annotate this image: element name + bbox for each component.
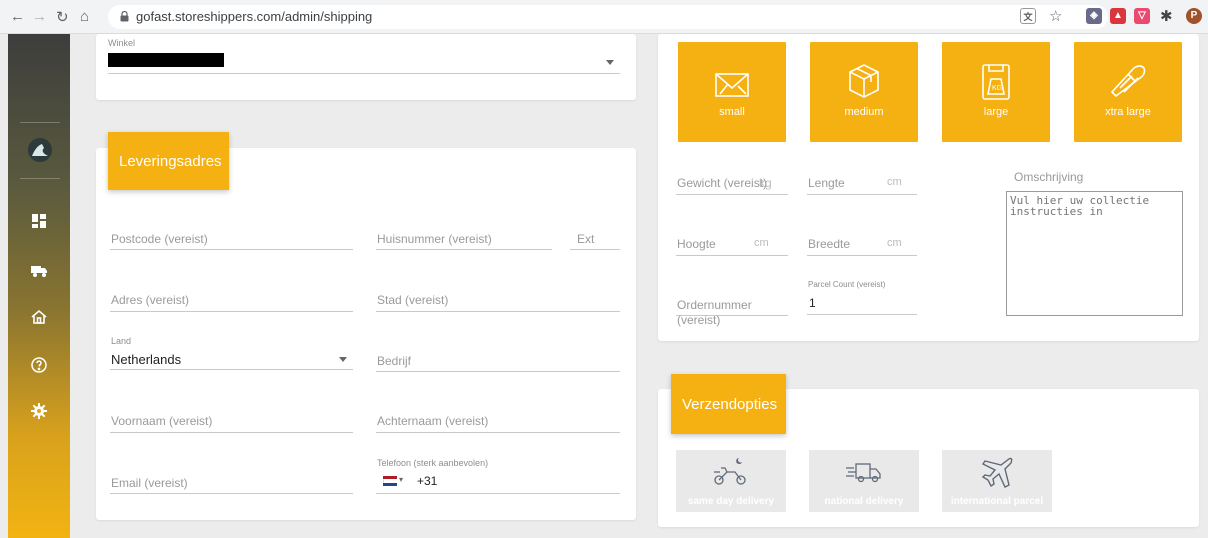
home-icon[interactable]: ⌂ — [80, 8, 89, 25]
leveringsadres-header: Leveringsadres — [108, 132, 229, 190]
verzendopties-header: Verzendopties — [671, 374, 786, 434]
forward-icon[interactable]: → — [32, 8, 47, 25]
store-value-redacted — [108, 53, 224, 67]
size-medium-label: medium — [844, 106, 884, 118]
gewicht-unit: kg — [759, 176, 772, 190]
extensions-puzzle-icon[interactable]: ✱ — [1160, 7, 1173, 25]
xtra-large-package-icon — [1110, 65, 1146, 98]
telefoon-input[interactable] — [376, 470, 620, 494]
small-package-icon — [715, 73, 749, 97]
home-sidebar-icon[interactable] — [30, 308, 48, 326]
back-icon[interactable]: ← — [10, 8, 25, 25]
translate-icon[interactable]: 文 — [1020, 8, 1036, 24]
size-large-button[interactable]: KG large — [942, 42, 1050, 142]
adres-placeholder: Adres (vereist) — [111, 293, 190, 307]
store-label: Winkel — [108, 38, 136, 48]
land-label: Land — [111, 336, 132, 346]
settings-gear-icon[interactable] — [30, 402, 48, 420]
lengte-placeholder: Lengte — [808, 176, 845, 190]
size-large-label: large — [983, 106, 1009, 118]
lengte-unit: cm — [887, 176, 902, 188]
bookmark-star-icon[interactable]: ☆ — [1049, 7, 1062, 25]
same-day-delivery-label: same day delivery — [687, 496, 775, 507]
parcel-count-label: Parcel Count (vereist) — [808, 280, 886, 289]
international-parcel-label: international parcel — [950, 496, 1044, 507]
pdf-extension-icon[interactable]: ▲ — [1110, 8, 1126, 24]
same-day-delivery-option[interactable]: same day delivery — [676, 450, 786, 512]
bike-moon-icon — [714, 458, 746, 485]
reload-icon[interactable]: ↻ — [56, 8, 69, 26]
sidebar-divider — [20, 122, 60, 123]
netherlands-flag-icon[interactable] — [383, 476, 397, 486]
chevron-down-icon — [606, 60, 614, 65]
ordernummer-placeholder-required: (vereist) — [677, 313, 721, 327]
help-icon[interactable] — [30, 356, 48, 374]
svg-text:KG: KG — [992, 85, 1002, 92]
address-bar[interactable]: gofast.storeshippers.com/admin/shipping — [108, 5, 1108, 29]
size-xtra-large-label: xtra large — [1105, 106, 1151, 118]
ordernummer-placeholder: Ordernummer — [677, 298, 752, 312]
dashboard-icon[interactable] — [30, 212, 48, 230]
profile-avatar[interactable]: P — [1186, 8, 1202, 24]
national-delivery-label: national delivery — [824, 496, 904, 507]
hoogte-unit: cm — [754, 237, 769, 249]
shield-extension-icon[interactable]: ◈ — [1086, 8, 1102, 24]
land-value: Netherlands — [111, 352, 182, 367]
size-small-button[interactable]: small — [678, 42, 786, 142]
store-select[interactable] — [108, 50, 620, 74]
browser-toolbar: ← → ↻ ⌂ gofast.storeshippers.com/admin/s… — [0, 0, 1208, 34]
hoogte-placeholder: Hoogte — [677, 237, 716, 251]
telefoon-label: Telefoon (sterk aanbevolen) — [377, 458, 489, 468]
pocket-extension-icon[interactable]: ▽ — [1134, 8, 1150, 24]
international-parcel-option[interactable]: international parcel — [942, 450, 1052, 512]
bedrijf-input[interactable] — [376, 348, 620, 372]
email-placeholder: Email (vereist) — [111, 476, 188, 490]
postcode-placeholder: Postcode (vereist) — [111, 232, 208, 246]
delivery-address-card: Postcode (vereist) Huisnummer (vereist) … — [96, 148, 636, 520]
size-xtra-large-button[interactable]: xtra large — [1074, 42, 1182, 142]
lock-icon — [120, 11, 129, 22]
breedte-unit: cm — [887, 237, 902, 249]
store-card: Winkel — [96, 34, 636, 100]
truck-sidebar-icon[interactable] — [30, 261, 48, 279]
size-medium-button[interactable]: medium — [810, 42, 918, 142]
truck-icon — [846, 463, 881, 483]
omschrijving-label: Omschrijving — [1014, 170, 1084, 184]
gewicht-placeholder: Gewicht (vereist) — [677, 176, 768, 190]
parcel-count-input[interactable] — [807, 291, 917, 315]
telefoon-value: +31 — [417, 474, 438, 488]
ext-placeholder: Ext — [577, 232, 595, 246]
size-small-label: small — [719, 106, 745, 118]
parcel-count-value: 1 — [809, 296, 816, 310]
sidebar — [8, 34, 70, 538]
user-avatar[interactable] — [28, 138, 52, 162]
bedrijf-placeholder: Bedrijf — [377, 354, 412, 368]
airplane-icon — [981, 457, 1013, 488]
flag-dropdown-icon[interactable]: ▾ — [399, 475, 403, 484]
achternaam-placeholder: Achternaam (vereist) — [377, 414, 489, 428]
voornaam-placeholder: Voornaam (vereist) — [111, 414, 213, 428]
url-text: gofast.storeshippers.com/admin/shipping — [136, 9, 373, 24]
national-delivery-option[interactable]: national delivery — [809, 450, 919, 512]
huisnummer-placeholder: Huisnummer (vereist) — [377, 232, 492, 246]
omschrijving-textarea[interactable] — [1006, 191, 1183, 316]
large-weight-icon: KG — [982, 64, 1010, 100]
breedte-placeholder: Breedte — [808, 237, 851, 251]
sidebar-divider — [20, 178, 60, 179]
stad-placeholder: Stad (vereist) — [377, 293, 449, 307]
chevron-down-icon — [339, 357, 347, 362]
medium-box-icon — [849, 64, 879, 98]
